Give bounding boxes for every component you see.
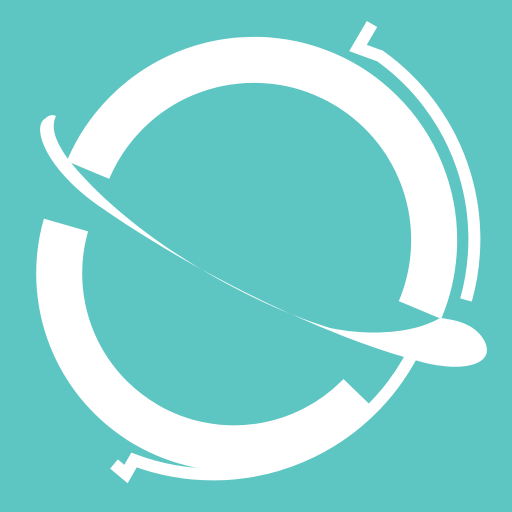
globe-ring bbox=[36, 36, 458, 472]
logo-canvas bbox=[0, 0, 512, 512]
globe-orbit-icon bbox=[36, 20, 487, 484]
